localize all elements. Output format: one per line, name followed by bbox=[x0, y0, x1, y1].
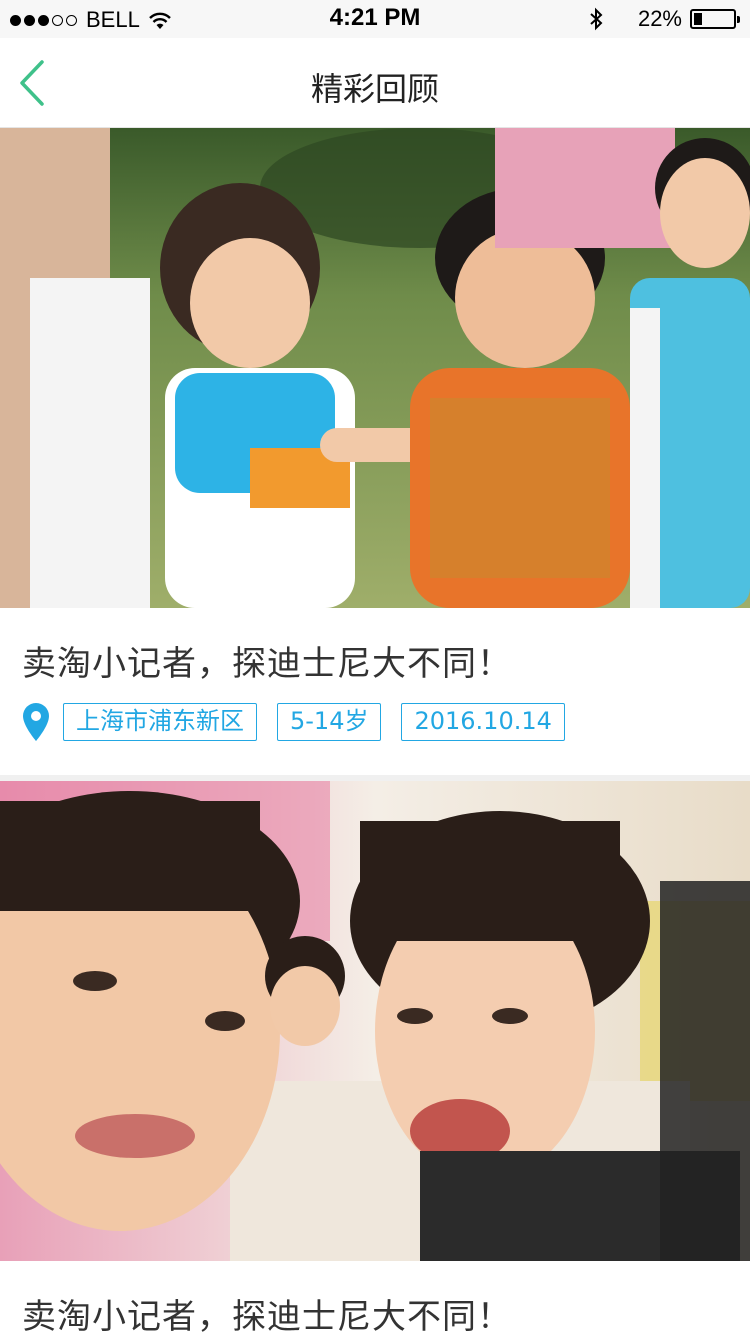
event-title: 卖淘小记者，探迪士尼大不同！ bbox=[22, 1297, 512, 1337]
navigation-bar: 精彩回顾 bbox=[0, 38, 750, 128]
event-card[interactable]: 卖淘小记者，探迪士尼大不同！ bbox=[0, 781, 750, 1341]
battery-percentage: 22% bbox=[637, 6, 682, 31]
date-tag: 2016.10.14 bbox=[401, 703, 565, 741]
event-title: 卖淘小记者，探迪士尼大不同！ bbox=[22, 644, 512, 684]
event-photo[interactable] bbox=[0, 781, 750, 1261]
battery-level bbox=[694, 13, 702, 25]
event-photo[interactable] bbox=[0, 128, 750, 608]
page-title: 精彩回顾 bbox=[310, 70, 439, 108]
battery-icon bbox=[690, 9, 740, 29]
status-bar: BELL 4:21 PM 22% bbox=[0, 0, 750, 38]
event-tags: 上海市浦东新区 5-14岁 2016.10.14 bbox=[22, 702, 585, 742]
status-right: 22% bbox=[588, 6, 740, 32]
event-card[interactable]: 卖淘小记者，探迪士尼大不同！ 上海市浦东新区 5-14岁 2016.10.14 bbox=[0, 128, 750, 775]
bluetooth-icon bbox=[590, 7, 603, 31]
location-tag: 上海市浦东新区 bbox=[63, 703, 257, 741]
age-range-tag: 5-14岁 bbox=[277, 703, 382, 741]
location-pin-icon bbox=[23, 703, 49, 741]
